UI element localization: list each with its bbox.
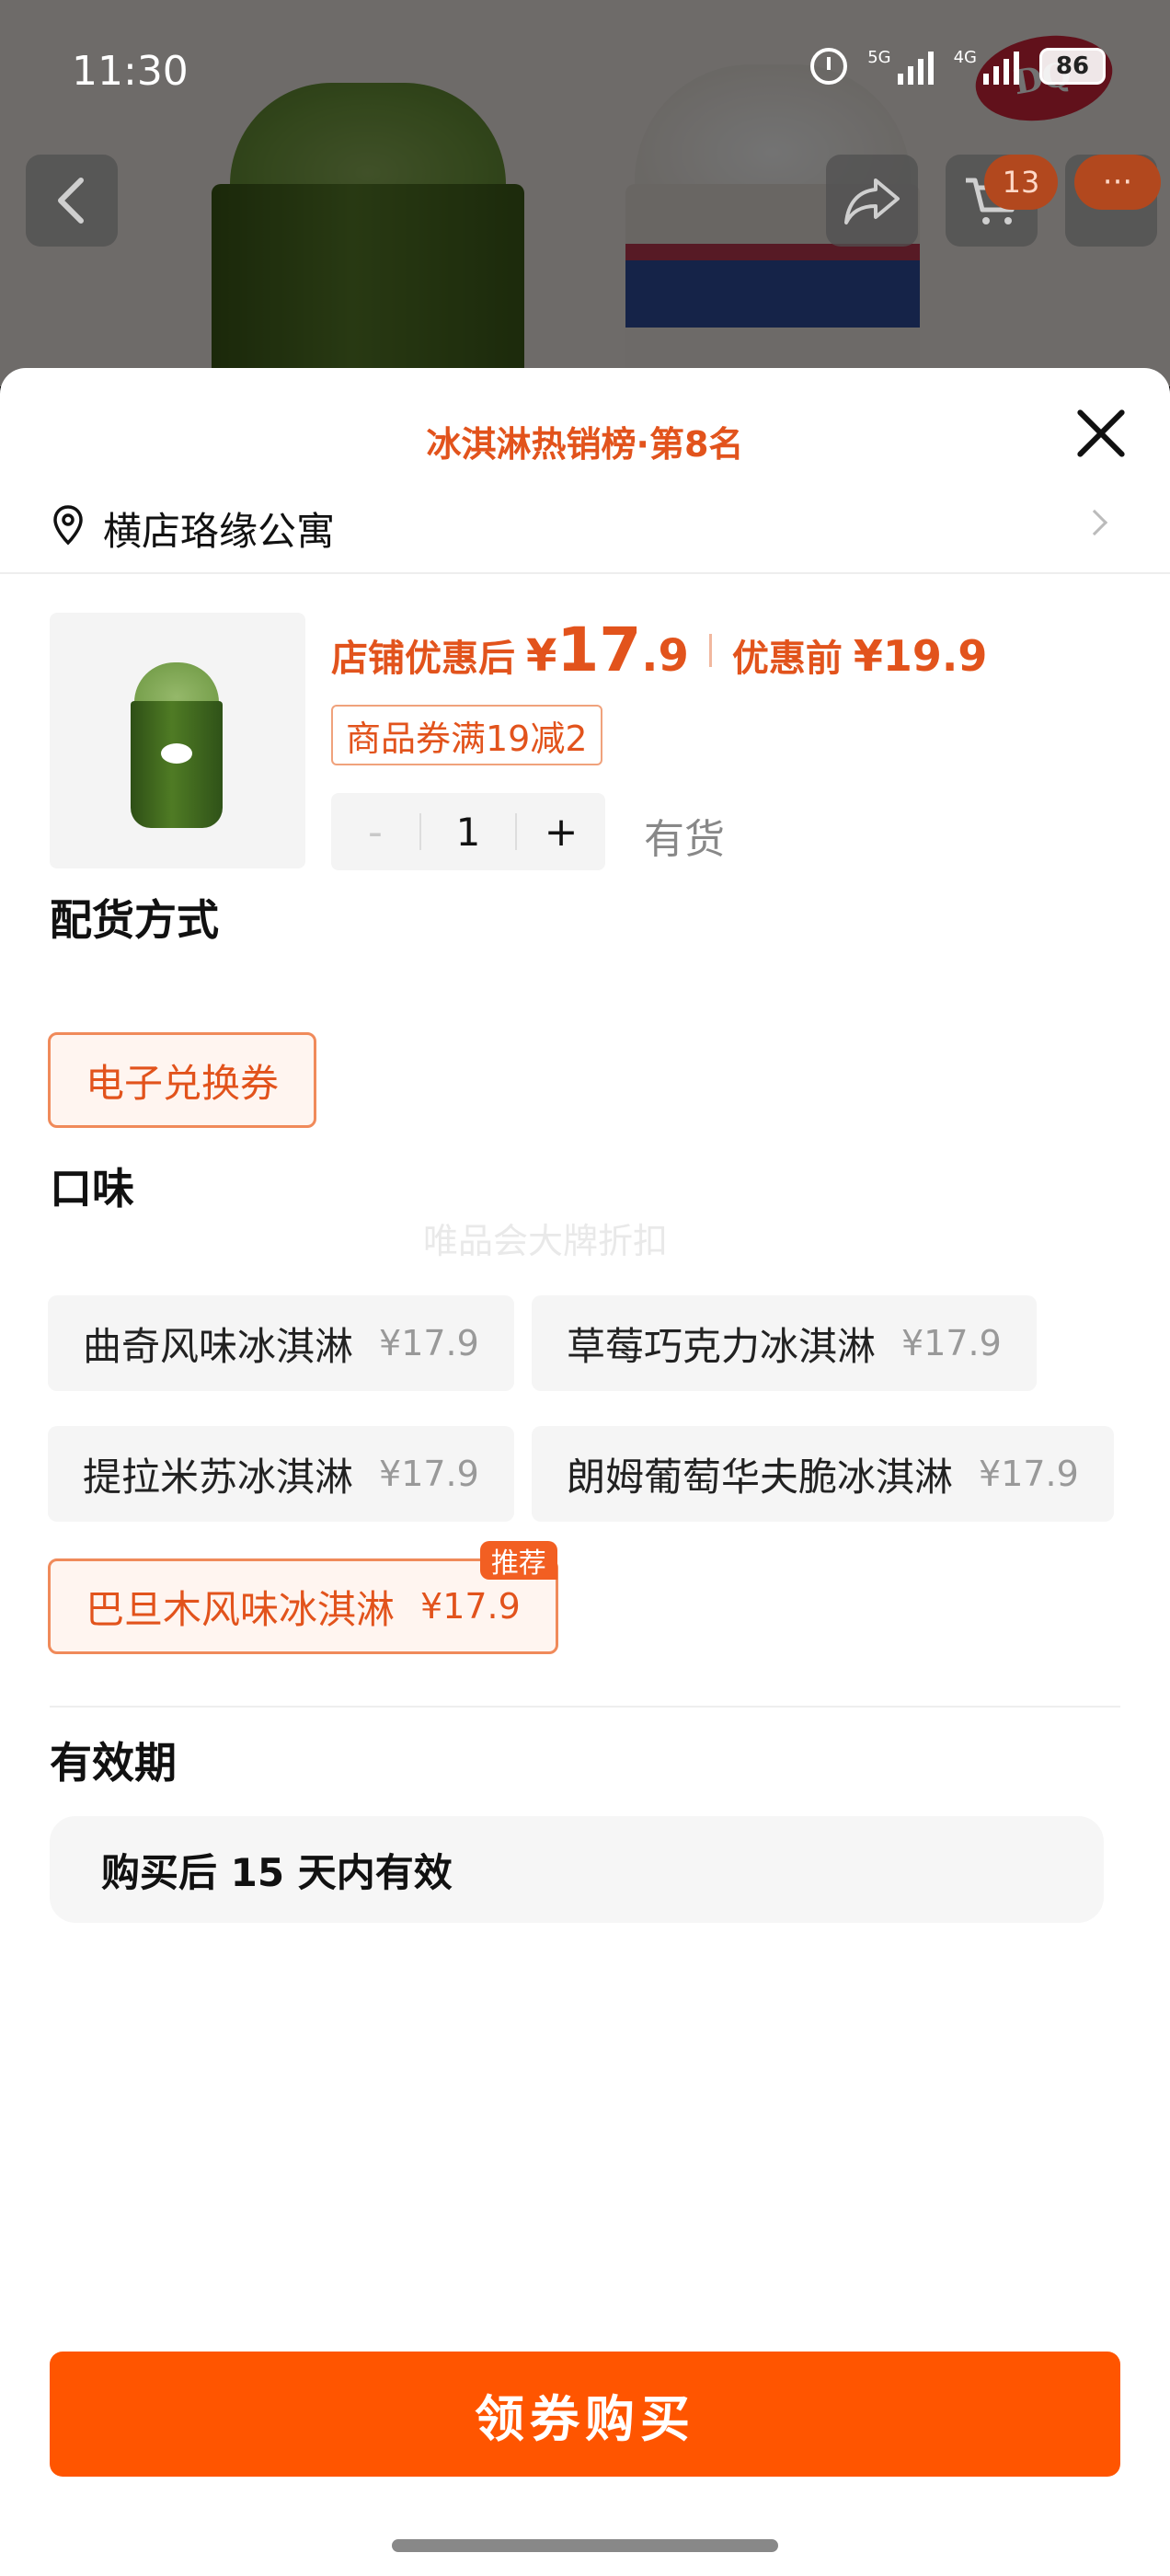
price-integer: 17 — [556, 615, 642, 685]
chevron-left-icon — [58, 178, 84, 224]
thumb-cup — [131, 701, 223, 828]
quantity-value[interactable]: 1 — [419, 810, 517, 855]
quantity-stepper: - 1 + — [331, 793, 605, 870]
flavor-name: 草莓巧克力冰淇淋 — [567, 1323, 877, 1369]
flavor-heading: 口味 — [50, 1164, 134, 1213]
validity-info: 购买后 15 天内有效 — [50, 1816, 1104, 1923]
chevron-right-icon — [1081, 509, 1108, 536]
price-divider — [708, 633, 712, 667]
delivery-option-label: 电子兑换券 — [86, 1060, 280, 1106]
back-button[interactable] — [26, 155, 118, 247]
before-discount-label: 优惠前 — [731, 638, 843, 680]
price-decimal: .9 — [641, 630, 689, 682]
claim-coupon-buy-button[interactable]: 领券购买 — [50, 2352, 1120, 2477]
flavor-price: ¥17.9 — [379, 1323, 479, 1363]
delivery-heading: 配货方式 — [50, 895, 219, 945]
flavor-price: ¥17.9 — [379, 1454, 479, 1494]
share-button[interactable] — [826, 155, 918, 247]
signal-5g-icon: 5G — [867, 48, 934, 85]
cart-count-badge: 13 — [984, 155, 1058, 210]
status-time: 11:30 — [72, 48, 189, 95]
currency-symbol: ¥ — [526, 630, 557, 682]
address-text: 横店珞缘公寓 — [103, 509, 336, 554]
flavor-name: 曲奇风味冰淇淋 — [83, 1323, 354, 1369]
validity-heading: 有效期 — [50, 1738, 177, 1788]
after-discount-label: 店铺优惠后 — [331, 638, 515, 680]
location-pin-icon — [53, 505, 83, 546]
stock-status: 有货 — [644, 816, 725, 863]
signal-4g-icon: 4G — [954, 48, 1019, 85]
flavor-name: 巴旦木风味冰淇淋 — [86, 1586, 396, 1632]
more-dots-icon[interactable]: ··· — [1074, 155, 1161, 210]
decrease-button[interactable]: - — [331, 793, 419, 870]
status-bar: 11:30 5G 4G 86 — [0, 0, 1170, 147]
flavor-option[interactable]: 草莓巧克力冰淇淋 ¥17.9 — [532, 1295, 1037, 1391]
flavor-option[interactable]: 曲奇风味冰淇淋 ¥17.9 — [48, 1295, 514, 1391]
flavor-option[interactable]: 提拉米苏冰淇淋 ¥17.9 — [48, 1426, 514, 1522]
sku-selector-sheet: 冰淇淋热销榜·第8名 横店珞缘公寓 店铺优惠后 ¥ 17 .9 优惠前 ¥19.… — [0, 368, 1170, 2576]
flavor-option[interactable]: 朗姆葡萄华夫脆冰淇淋 ¥17.9 — [532, 1426, 1114, 1522]
coupon-tag: 商品券满19减2 — [331, 705, 602, 765]
ranking-title[interactable]: 冰淇淋热销榜·第8名 — [0, 416, 1170, 466]
alarm-icon — [810, 48, 848, 85]
share-icon — [844, 178, 900, 224]
close-icon[interactable] — [1072, 405, 1130, 462]
flavor-price: ¥17.9 — [420, 1586, 521, 1627]
flavor-name: 提拉米苏冰淇淋 — [83, 1454, 354, 1500]
watermark: 唯品会大牌折扣 — [423, 1221, 669, 1261]
thumb-logo — [161, 743, 192, 764]
increase-button[interactable]: + — [517, 793, 605, 870]
original-price: ¥19.9 — [853, 631, 988, 681]
price-line: 店铺优惠后 ¥ 17 .9 优惠前 ¥19.9 — [331, 615, 987, 685]
flavor-option-selected[interactable]: 巴旦木风味冰淇淋 ¥17.9 推荐 — [48, 1541, 558, 1654]
home-indicator[interactable] — [392, 2539, 778, 2552]
flavor-name: 朗姆葡萄华夫脆冰淇淋 — [567, 1454, 954, 1500]
address-selector[interactable]: 横店珞缘公寓 — [0, 478, 1170, 574]
battery-icon: 86 — [1039, 48, 1106, 85]
delivery-option-evoucher[interactable]: 电子兑换券 — [48, 1032, 317, 1128]
flavor-price: ¥17.9 — [901, 1323, 1002, 1363]
flavor-price: ¥17.9 — [979, 1454, 1079, 1494]
recommended-badge: 推荐 — [479, 1541, 557, 1580]
product-thumbnail[interactable] — [50, 613, 305, 868]
section-divider — [50, 1706, 1120, 1708]
